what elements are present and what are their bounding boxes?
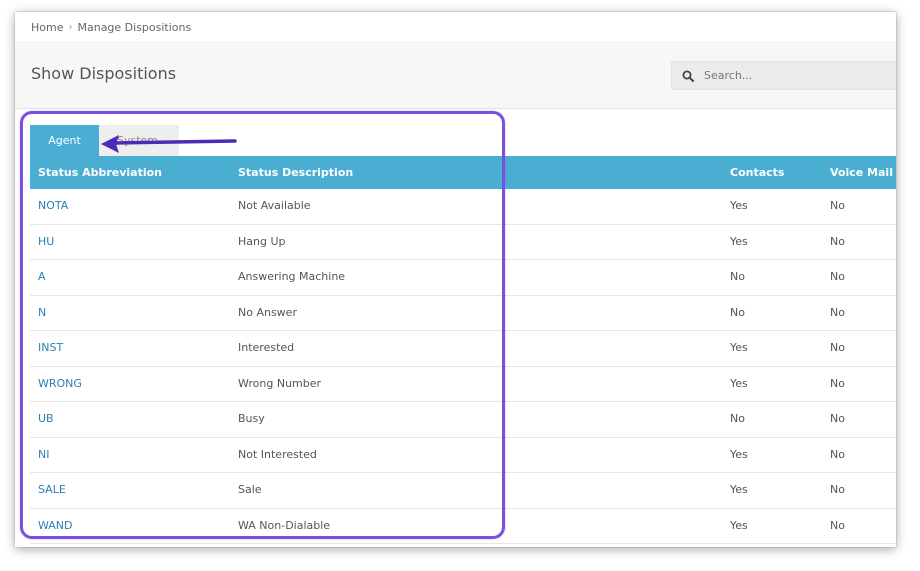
page-title: Show Dispositions <box>31 64 177 83</box>
table-row: A Answering Machine No No <box>30 260 896 296</box>
table-row: N No Answer No No <box>30 296 896 331</box>
table-row: SALE Sale Yes No <box>30 473 896 509</box>
status-abbreviation-link[interactable]: NI <box>38 438 49 472</box>
contacts-value: Yes <box>730 518 748 532</box>
status-description: Hang Up <box>238 234 286 248</box>
breadcrumb-home-link[interactable]: Home <box>31 21 63 34</box>
voicemail-value: No <box>830 447 845 461</box>
breadcrumb: Home › Manage Dispositions <box>15 12 896 43</box>
contacts-value: No <box>730 270 745 283</box>
status-description: Sale <box>238 483 262 496</box>
voicemail-value: No <box>830 412 845 425</box>
voicemail-value: No <box>830 234 845 248</box>
dispositions-table-body: NOTA Not Available Yes No HU Hang Up Yes… <box>30 189 896 544</box>
status-description: No Answer <box>238 305 297 319</box>
tab-bar: Agent System <box>30 125 179 156</box>
contacts-value: Yes <box>730 376 748 390</box>
chevron-right-icon: › <box>68 21 73 33</box>
status-abbreviation-link[interactable]: N <box>38 296 46 330</box>
status-abbreviation-link[interactable]: SALE <box>38 473 66 507</box>
status-abbreviation-link[interactable]: HU <box>38 225 54 259</box>
voicemail-value: No <box>830 199 845 212</box>
status-description: Answering Machine <box>238 270 346 283</box>
voicemail-value: No <box>830 518 845 532</box>
table-row: WRONG Wrong Number Yes No <box>30 367 896 402</box>
voicemail-value: No <box>830 305 845 319</box>
contacts-value: No <box>730 305 745 319</box>
status-abbreviation-link[interactable]: WAND <box>38 509 73 543</box>
voicemail-value: No <box>830 376 845 390</box>
table-row: NI Not Interested Yes No <box>30 438 896 473</box>
status-abbreviation-link[interactable]: UB <box>38 402 54 436</box>
contacts-value: Yes <box>730 341 748 354</box>
status-description: Not Interested <box>238 447 317 461</box>
status-description: Interested <box>238 341 295 354</box>
contacts-value: No <box>730 412 745 425</box>
contacts-value: Yes <box>730 483 748 496</box>
tab-agent[interactable]: Agent <box>30 125 99 156</box>
column-header-contacts[interactable]: Contacts <box>730 156 784 189</box>
page-header: Show Dispositions <box>15 44 896 109</box>
search-input[interactable] <box>704 69 884 82</box>
status-description: Busy <box>238 412 265 425</box>
contacts-value: Yes <box>730 447 748 461</box>
table-row: WAND WA Non-Dialable Yes No <box>30 509 896 544</box>
status-description: Not Available <box>238 199 311 212</box>
column-header-abbreviation[interactable]: Status Abbreviation <box>38 156 162 189</box>
voicemail-value: No <box>830 341 845 354</box>
status-abbreviation-link[interactable]: INST <box>38 331 63 365</box>
breadcrumb-current: Manage Dispositions <box>77 20 192 34</box>
column-header-description[interactable]: Status Description <box>238 156 353 189</box>
app-window: Home › Manage Dispositions Show Disposit… <box>15 12 896 547</box>
status-abbreviation-link[interactable]: NOTA <box>38 189 68 223</box>
table-row: INST Interested Yes No <box>30 331 896 367</box>
contacts-value: Yes <box>730 234 748 248</box>
search-icon <box>682 70 694 82</box>
status-abbreviation-link[interactable]: A <box>38 260 46 294</box>
contacts-value: Yes <box>730 199 748 212</box>
table-row: HU Hang Up Yes No <box>30 225 896 260</box>
column-header-voicemail[interactable]: Voice Mail <box>830 156 893 189</box>
table-row: UB Busy No No <box>30 402 896 438</box>
search-box[interactable] <box>671 61 896 90</box>
table-row: NOTA Not Available Yes No <box>30 189 896 225</box>
status-description: Wrong Number <box>238 376 322 390</box>
voicemail-value: No <box>830 270 845 283</box>
status-description: WA Non-Dialable <box>238 518 331 532</box>
tab-system[interactable]: System <box>99 125 179 156</box>
status-abbreviation-link[interactable]: WRONG <box>38 367 82 401</box>
voicemail-value: No <box>830 483 845 496</box>
table-header: Status Abbreviation Status Description C… <box>30 156 896 189</box>
